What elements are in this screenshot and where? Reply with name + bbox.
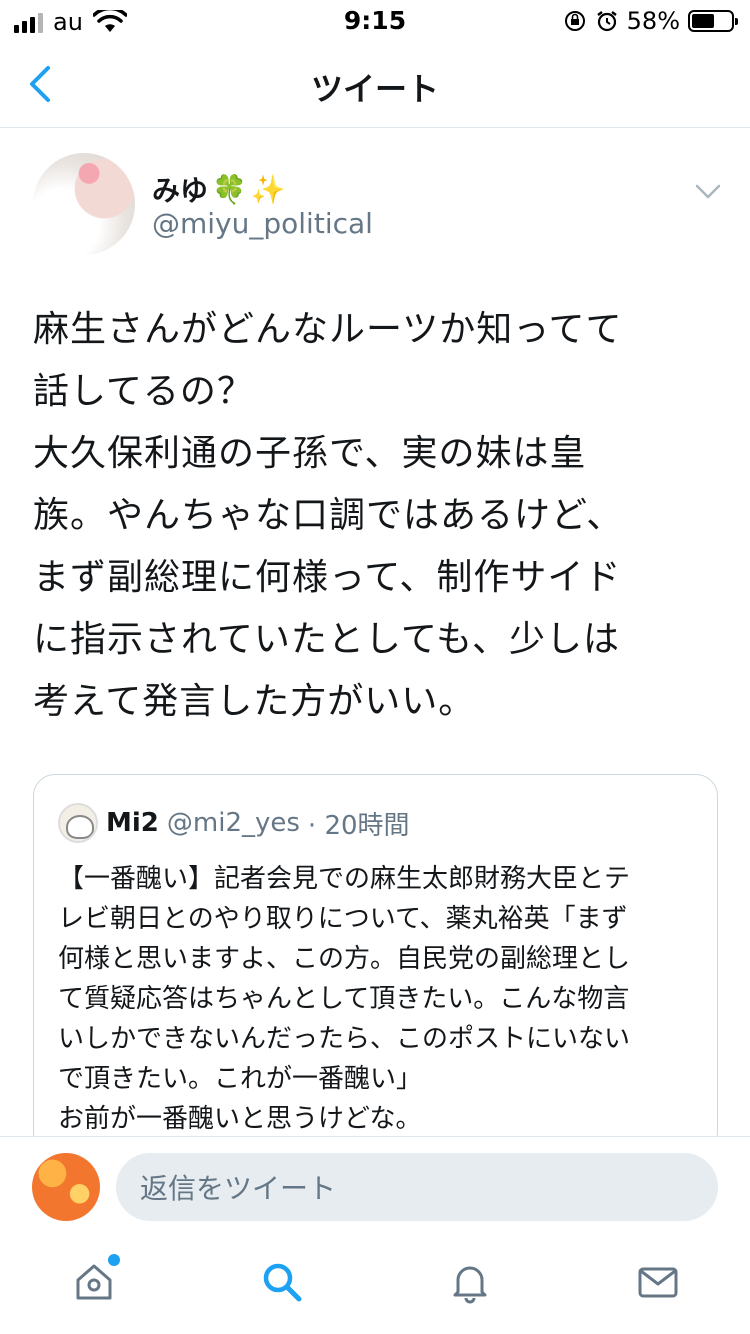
author-name[interactable]: みゆ 🍀 ✨: [152, 169, 286, 209]
status-bar: au 9:15 58%: [0, 0, 750, 40]
tab-home[interactable]: [70, 1254, 120, 1306]
bell-icon: [453, 1266, 487, 1304]
quoted-tweet-header: Mi2 @mi2_yes · 20時間: [58, 803, 410, 843]
tab-messages[interactable]: [634, 1258, 682, 1306]
reply-bar: 返信をツイート: [0, 1136, 750, 1238]
status-right: 58%: [563, 7, 738, 35]
nav-header: ツイート: [0, 40, 750, 128]
mail-icon: [638, 1267, 678, 1298]
alarm-icon: [596, 11, 617, 32]
tab-bar: [0, 1238, 750, 1334]
author-display-name: みゆ: [152, 174, 209, 207]
quoted-author-name: Mi2: [106, 808, 159, 838]
battery-percent: 58%: [626, 7, 680, 35]
tab-notifications[interactable]: [446, 1258, 494, 1306]
quoted-tweet-text: 【一番醜い】記者会見での麻生太郎財務大臣とテ レビ朝日とのやり取りについて、薬丸…: [58, 864, 631, 1134]
author-avatar[interactable]: [33, 153, 135, 255]
quoted-timestamp: · 20時間: [307, 810, 410, 841]
page-title: ツイート: [310, 70, 439, 108]
search-icon: [263, 1263, 302, 1302]
quoted-author-handle: @mi2_yes: [166, 808, 300, 838]
chevron-down-icon[interactable]: [694, 177, 722, 205]
sparkles-icon: ✨: [250, 172, 286, 206]
author-handle[interactable]: @miyu_political: [152, 207, 373, 240]
battery-icon: [688, 10, 738, 32]
quoted-tweet[interactable]: Mi2 @mi2_yes · 20時間 【一番醜い】記者会見での麻生太郎財務大臣…: [33, 774, 718, 1154]
rotation-lock-icon: [564, 11, 585, 31]
current-user-avatar: [32, 1153, 100, 1221]
clover-icon: 🍀: [212, 172, 247, 206]
quoted-author-avatar: [58, 803, 98, 843]
home-icon: [76, 1264, 112, 1300]
tweet-text: 麻生さんがどんなルーツか知ってて 話してるの？ 大久保利通の子孫で、実の妹は皇 …: [33, 309, 624, 722]
notification-dot: [108, 1254, 120, 1266]
tab-search[interactable]: [258, 1258, 306, 1306]
battery-fill: [692, 14, 715, 28]
reply-input[interactable]: 返信をツイート: [116, 1153, 718, 1221]
